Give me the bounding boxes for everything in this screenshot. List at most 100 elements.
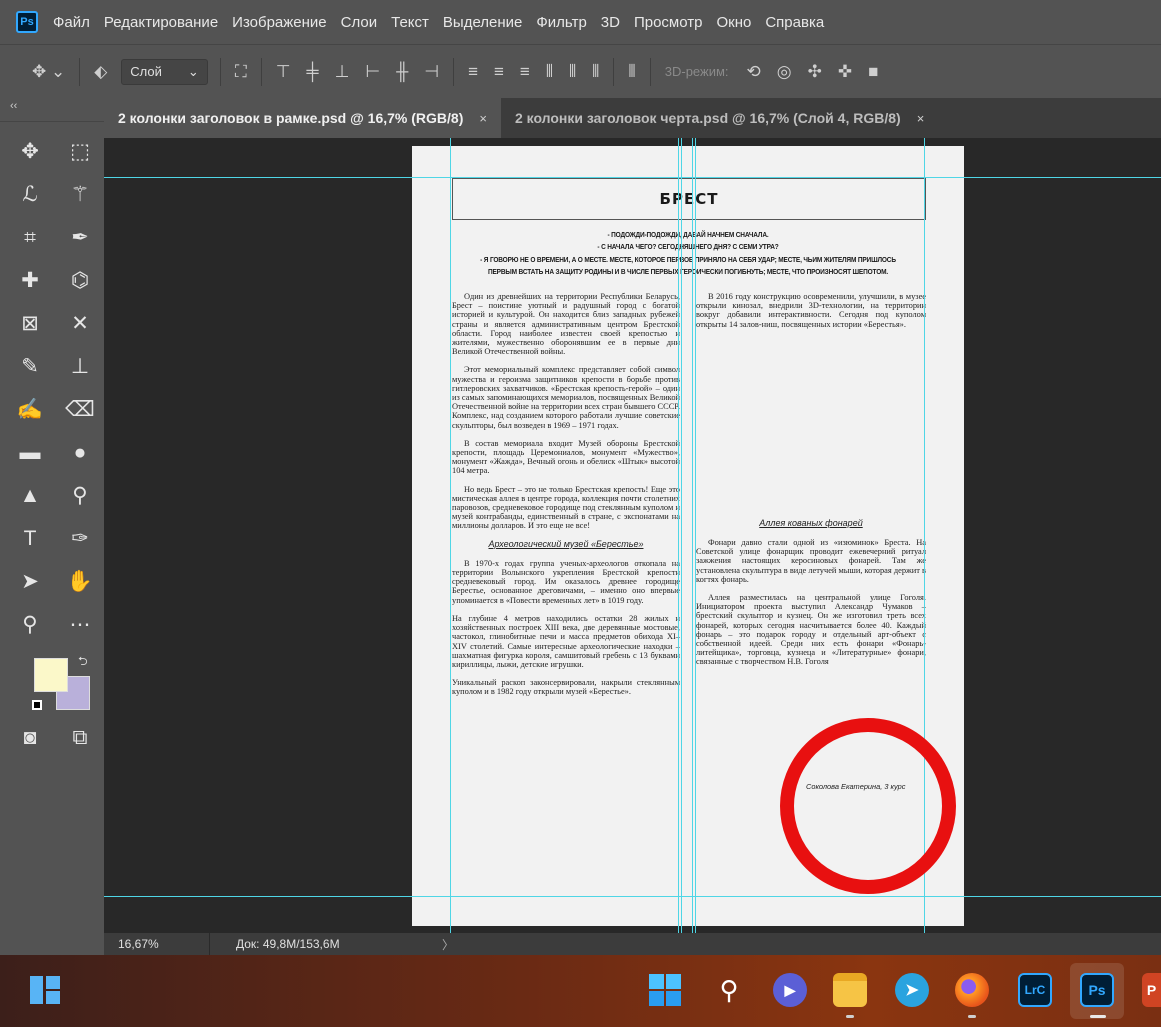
separator — [613, 57, 615, 86]
menu-select[interactable]: Выделение — [436, 14, 529, 31]
red-circle-annotation — [780, 718, 956, 894]
canvas-area[interactable]: БРЕСТ - ПОДОЖДИ-ПОДОЖДИ, ДАВАЙ НАЧНЕМ СН… — [104, 138, 1161, 933]
menu-layers[interactable]: Слои — [334, 14, 384, 31]
align-horizontal-center-icon[interactable]: ╫ — [388, 62, 416, 82]
menu-bar: Ps Файл Редактирование Изображение Слои … — [0, 0, 1161, 44]
right-column: В 2016 году конструкцию осовременили, ул… — [696, 292, 926, 676]
gradient-tool-icon[interactable]: ▬ — [10, 441, 50, 465]
default-colors-icon[interactable] — [32, 700, 42, 710]
photoshop-logo-icon[interactable]: Ps — [16, 11, 38, 33]
menu-image[interactable]: Изображение — [225, 14, 334, 31]
distribute-bottom-icon[interactable]: ≡ — [512, 62, 538, 82]
sharpen-tool-icon[interactable]: ▲ — [10, 484, 50, 508]
lasso-tool-icon[interactable]: ℒ — [10, 182, 50, 207]
move-icon[interactable]: ✥ ⌄ — [24, 62, 73, 82]
distribute-right-icon[interactable]: ⫴ — [584, 62, 607, 82]
align-left-icon[interactable]: ⊢ — [357, 62, 388, 82]
lightroom-classic-icon[interactable]: LrC — [1018, 973, 1052, 1007]
content-aware-move-tool-icon[interactable]: ✕ — [60, 311, 100, 336]
distribute-center-icon[interactable]: ≡ — [486, 62, 512, 82]
guide-line[interactable] — [104, 896, 1161, 897]
distribute-top-icon[interactable]: ≡ — [460, 62, 486, 82]
clone-stamp-tool-icon[interactable]: ⊥ — [60, 354, 100, 379]
guide-line[interactable] — [695, 138, 696, 933]
move-tool-icon[interactable]: ✥ — [10, 139, 50, 164]
pen-tool-icon[interactable]: ✑ — [60, 526, 100, 551]
foreground-color-swatch[interactable] — [34, 658, 68, 692]
menu-edit[interactable]: Редактирование — [97, 14, 225, 31]
align-right-icon[interactable]: ⊣ — [416, 62, 447, 82]
tab-document-2[interactable]: 2 колонки заголовок черта.psd @ 16,7% (С… — [501, 98, 938, 138]
menu-help[interactable]: Справка — [758, 14, 831, 31]
powerpoint-icon[interactable]: P — [1142, 973, 1161, 1007]
section-heading: Аллея кованых фонарей — [759, 517, 863, 528]
chevron-down-icon: ⌄ — [187, 63, 199, 79]
menu-3d[interactable]: 3D — [594, 14, 627, 31]
quick-mask-icon[interactable]: ◙ — [10, 726, 50, 750]
paragraph: Аллея разместилась на центральной улице … — [696, 593, 926, 667]
dropdown-value: Слой — [130, 64, 162, 79]
distribute-spacing-icon[interactable]: ⦀ — [620, 62, 643, 82]
search-icon[interactable]: ⚲ — [712, 973, 746, 1007]
collapse-panel-icon[interactable]: ‹‹ — [0, 98, 104, 122]
roll-3d-icon[interactable]: ◎ — [769, 62, 800, 82]
more-tools-icon[interactable]: ⋯ — [60, 612, 100, 637]
align-vertical-center-icon[interactable]: ╪ — [299, 62, 327, 82]
scale-3d-icon[interactable]: ■ — [860, 62, 886, 82]
close-icon[interactable]: × — [479, 111, 487, 126]
dodge-tool-icon[interactable]: ⚲ — [60, 483, 100, 508]
menu-type[interactable]: Текст — [384, 14, 436, 31]
healing-brush-tool-icon[interactable]: ✚ — [10, 268, 50, 293]
history-brush-tool-icon[interactable]: ✍ — [10, 398, 50, 422]
auto-select-icon[interactable]: ⬖ — [86, 62, 115, 82]
menu-window[interactable]: Окно — [709, 14, 758, 31]
status-menu-arrow-icon[interactable]: 〉 — [442, 936, 454, 953]
guide-line[interactable] — [450, 138, 451, 933]
menu-filter[interactable]: Фильтр — [529, 14, 593, 31]
distribute-left-icon[interactable]: ⫴ — [538, 62, 561, 82]
close-icon[interactable]: × — [917, 111, 925, 126]
hand-tool-icon[interactable]: ✋ — [60, 570, 100, 594]
marquee-tool-icon[interactable]: ⬚ — [60, 139, 100, 164]
widgets-icon[interactable] — [28, 973, 62, 1007]
options-bar: ✥ ⌄ ⬖ Слой ⌄ ⛶ ⊤ ╪ ⊥ ⊢ ╫ ⊣ ≡ ≡ ≡ ⫴ ⫴ ⫴ ⦀… — [0, 44, 1161, 98]
frame-tool-icon[interactable]: ⊠ — [10, 311, 50, 336]
align-bottom-icon[interactable]: ⊥ — [327, 62, 358, 82]
swap-colors-icon[interactable]: ⮌ — [78, 652, 88, 673]
zoom-tool-icon[interactable]: ⚲ — [10, 612, 50, 637]
zoom-level[interactable]: 16,67% — [104, 933, 210, 955]
path-selection-tool-icon[interactable]: ➤ — [10, 569, 50, 594]
windows-start-icon[interactable] — [648, 973, 682, 1007]
transform-controls-icon[interactable]: ⛶ — [227, 62, 255, 82]
firefox-icon[interactable] — [955, 973, 989, 1007]
quote-line: - С НАЧАЛА ЧЕГО? СЕГОДНЯШНЕГО ДНЯ? С СЕМ… — [597, 242, 779, 251]
file-explorer-icon[interactable] — [833, 973, 867, 1007]
patch-tool-icon[interactable]: ⌬ — [60, 268, 100, 293]
guide-line[interactable] — [678, 138, 679, 933]
meet-icon[interactable]: ▶ — [773, 973, 807, 1007]
slide-3d-icon[interactable]: ✜ — [830, 62, 860, 82]
eyedropper-tool-icon[interactable]: ✒ — [60, 225, 100, 250]
telegram-icon[interactable]: ➤ — [895, 973, 929, 1007]
guide-line[interactable] — [692, 138, 693, 933]
drag-3d-icon[interactable]: ✣ — [800, 62, 830, 82]
magic-wand-tool-icon[interactable]: ⚚ — [60, 182, 100, 207]
distribute-horizontal-icon[interactable]: ⫴ — [561, 62, 584, 82]
brush-tool-icon[interactable]: ✎ — [10, 354, 50, 379]
eraser-tool-icon[interactable]: ⌫ — [60, 397, 100, 422]
tab-document-1[interactable]: 2 колонки заголовок в рамке.psd @ 16,7% … — [104, 98, 501, 138]
type-tool-icon[interactable]: T — [10, 527, 50, 551]
guide-line[interactable] — [681, 138, 682, 933]
orbit-3d-icon[interactable]: ⟲ — [739, 62, 769, 82]
align-top-icon[interactable]: ⊤ — [268, 62, 299, 82]
document-title: БРЕСТ — [452, 178, 926, 220]
menu-file[interactable]: Файл — [46, 14, 97, 31]
crop-tool-icon[interactable]: ⌗ — [10, 226, 50, 250]
screen-mode-icon[interactable]: ⧉ — [60, 726, 100, 750]
running-indicator — [1090, 1015, 1106, 1018]
guide-line[interactable] — [104, 177, 1161, 178]
blur-tool-icon[interactable]: ● — [60, 441, 100, 465]
menu-view[interactable]: Просмотр — [627, 14, 710, 31]
auto-select-target-dropdown[interactable]: Слой ⌄ — [121, 58, 208, 85]
photoshop-icon[interactable]: Ps — [1080, 973, 1114, 1007]
